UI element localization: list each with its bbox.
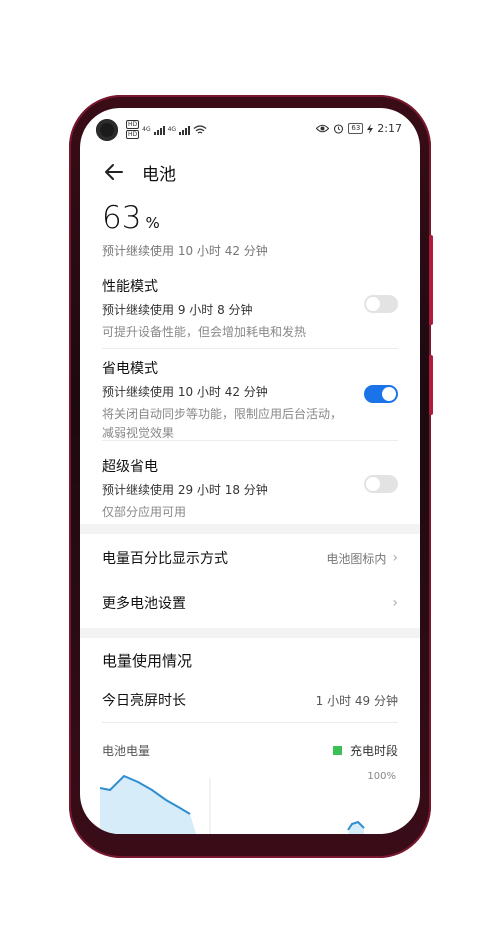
- mode-description: 仅部分应用可用: [102, 505, 187, 519]
- signal-icon: [153, 125, 165, 135]
- usage-section-title: 电量使用情况: [102, 652, 193, 670]
- signal-icon: [179, 125, 191, 135]
- chart-label: 电池电量: [102, 744, 151, 758]
- screen-time-label: 今日亮屏时长: [102, 693, 186, 709]
- battery-chart-header: 电池电量 充电时段: [102, 742, 398, 759]
- network-type: 4G: [167, 126, 177, 133]
- divider: [102, 348, 398, 349]
- page-header: 电池: [80, 152, 420, 198]
- row-label: 电量百分比显示方式: [102, 551, 228, 567]
- ultra-power-saving-item[interactable]: 超级省电 预计继续使用 29 小时 18 分钟 仅部分应用可用: [102, 456, 398, 522]
- performance-mode-item[interactable]: 性能模式 预计继续使用 9 小时 8 分钟 可提升设备性能，但会增加耗电和发热: [102, 276, 398, 342]
- battery-percentage-value: 63: [102, 200, 142, 236]
- phone-screen: HD HD 4G 4G 63 2:17 电池 63 % 预计继续使用 10 小时…: [80, 108, 420, 834]
- screen-time-value: 1 小时 49 分钟: [315, 693, 398, 708]
- front-camera: [96, 119, 118, 141]
- battery-icon: 63: [348, 123, 364, 134]
- power-saving-mode-item[interactable]: 省电模式 预计继续使用 10 小时 42 分钟 将关闭自动同步等功能，限制应用后…: [102, 358, 398, 443]
- divider: [102, 722, 398, 723]
- clock: 2:17: [377, 122, 402, 135]
- charging-legend-label: 充电时段: [349, 744, 398, 758]
- hd-tag: HD: [126, 130, 140, 139]
- more-battery-settings-row[interactable]: 更多电池设置 ›: [102, 583, 398, 623]
- screen-time-row: 今日亮屏时长 1 小时 49 分钟: [102, 684, 398, 716]
- charging-legend-swatch: [332, 746, 342, 755]
- status-right: 63 2:17: [316, 122, 402, 135]
- eye-icon: [316, 124, 330, 133]
- section-separator: [80, 628, 420, 638]
- hd-tag: HD: [126, 120, 140, 129]
- network-type: 4G: [142, 126, 151, 133]
- section-separator: [80, 524, 420, 534]
- ultra-power-saving-toggle[interactable]: [364, 475, 398, 493]
- alarm-icon: [334, 124, 344, 134]
- status-bar: HD HD 4G 4G 63 2:17: [80, 108, 420, 152]
- mode-title: 超级省电: [102, 459, 158, 475]
- chevron-right-icon: ›: [392, 595, 398, 611]
- hd-tags: HD HD: [126, 120, 140, 139]
- page-title: 电池: [142, 165, 176, 185]
- row-value: 电池图标内: [326, 551, 387, 566]
- remaining-time: 预计继续使用 10 小时 42 分钟: [102, 244, 268, 258]
- charging-icon: [367, 123, 374, 134]
- wifi-icon: [193, 124, 207, 134]
- mode-description: 将关闭自动同步等功能，限制应用后台活动，减弱视觉效果: [102, 407, 343, 440]
- mode-estimate: 预计继续使用 29 小时 18 分钟: [102, 483, 268, 497]
- power-saving-mode-toggle[interactable]: [364, 385, 398, 403]
- percentage-display-row[interactable]: 电量百分比显示方式 电池图标内 ›: [102, 538, 398, 578]
- mode-title: 性能模式: [102, 279, 158, 295]
- power-button: [429, 355, 433, 415]
- battery-percentage-unit: %: [145, 214, 160, 232]
- mode-estimate: 预计继续使用 10 小时 42 分钟: [102, 385, 268, 399]
- mode-estimate: 预计继续使用 9 小时 8 分钟: [102, 303, 253, 317]
- chevron-right-icon: ›: [392, 550, 398, 566]
- status-left: HD HD 4G 4G: [126, 120, 207, 139]
- back-arrow-icon[interactable]: [102, 160, 126, 184]
- mode-description: 可提升设备性能，但会增加耗电和发热: [102, 325, 307, 339]
- battery-percentage: 63%: [102, 200, 160, 236]
- performance-mode-toggle[interactable]: [364, 295, 398, 313]
- volume-button: [429, 235, 433, 325]
- row-label: 更多电池设置: [102, 596, 186, 612]
- divider: [102, 440, 398, 441]
- battery-level-chart: [100, 774, 365, 834]
- mode-title: 省电模式: [102, 361, 158, 377]
